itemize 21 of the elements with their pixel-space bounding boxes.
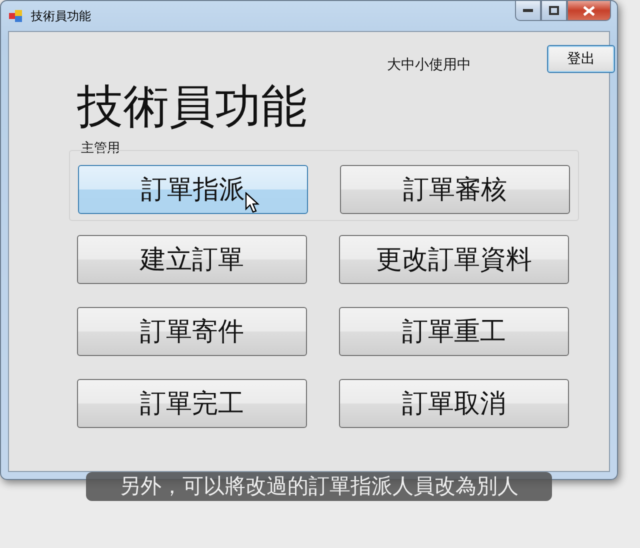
function-button[interactable]: 更改訂單資料 [339, 235, 569, 284]
function-button[interactable]: 訂單完工 [77, 379, 307, 428]
maximize-icon [549, 6, 559, 15]
function-button[interactable]: 建立訂單 [77, 235, 307, 284]
function-button[interactable]: 訂單指派 [78, 165, 308, 214]
window-title: 技術員功能 [31, 8, 91, 24]
close-button[interactable] [567, 1, 611, 21]
close-icon [583, 6, 595, 16]
maximize-button[interactable] [541, 1, 567, 21]
function-button[interactable]: 訂單重工 [339, 307, 569, 356]
function-button[interactable]: 訂單審核 [340, 165, 570, 214]
app-icon [9, 9, 23, 23]
function-button[interactable]: 訂單取消 [339, 379, 569, 428]
minimize-icon [523, 8, 533, 12]
function-button[interactable]: 訂單寄件 [77, 307, 307, 356]
mouse-cursor-icon [245, 192, 261, 214]
logout-button[interactable]: 登出 [547, 45, 615, 73]
page-heading: 技術員功能 [77, 78, 308, 135]
minimize-button[interactable] [515, 1, 541, 21]
subtitle-caption: 另外，可以將改過的訂單指派人員改為別人 [86, 472, 552, 501]
status-label: 大中小使用中 [387, 56, 471, 74]
